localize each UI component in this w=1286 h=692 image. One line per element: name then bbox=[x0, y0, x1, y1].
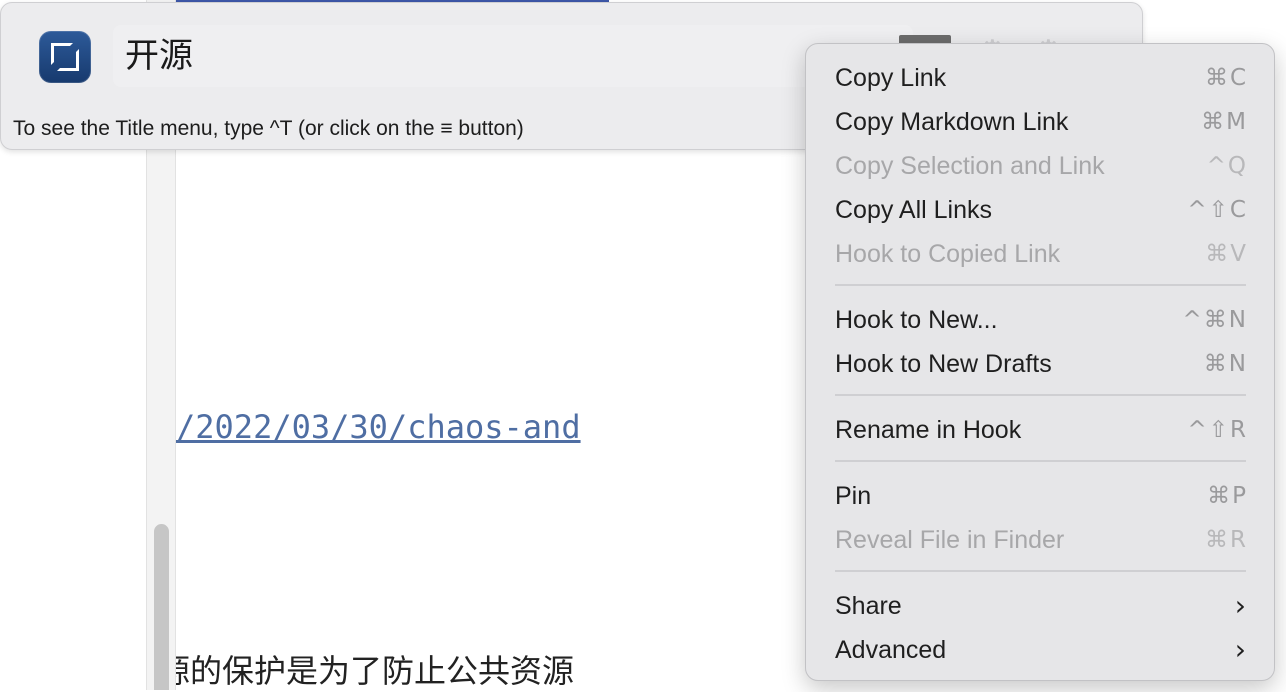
menu-separator bbox=[835, 394, 1246, 396]
hook-app-icon-frame-b bbox=[57, 49, 79, 71]
menu-item-copy-all-links[interactable]: Copy All Links ^⇧C bbox=[806, 188, 1276, 232]
menu-item-advanced[interactable]: Advanced › bbox=[806, 628, 1276, 672]
menu-item-shortcut: ^Q bbox=[1206, 153, 1248, 179]
menu-item-hook-to-copied-link: Hook to Copied Link ⌘V bbox=[806, 232, 1276, 276]
menu-item-pin[interactable]: Pin ⌘P bbox=[806, 474, 1276, 518]
menu-item-reveal-file-in-finder: Reveal File in Finder ⌘R bbox=[806, 518, 1276, 562]
document-body-text-content: 源的保护是为了防止公共资源 bbox=[176, 652, 575, 690]
menu-item-shortcut: ^⇧C bbox=[1187, 197, 1248, 223]
menu-item-hook-to-new[interactable]: Hook to New... ^⌘N bbox=[806, 298, 1276, 342]
menu-item-label: Copy Link bbox=[835, 64, 947, 92]
menu-item-shortcut: ⌘N bbox=[1203, 351, 1248, 377]
menu-item-shortcut: ^⌘N bbox=[1182, 307, 1248, 333]
context-menu: Copy Link ⌘C Copy Markdown Link ⌘M Copy … bbox=[805, 43, 1275, 681]
menu-separator bbox=[835, 570, 1246, 572]
menu-item-shortcut: ^⇧R bbox=[1187, 417, 1248, 443]
menu-item-copy-link[interactable]: Copy Link ⌘C bbox=[806, 56, 1276, 100]
title-field[interactable]: 开源 bbox=[113, 25, 913, 87]
menu-item-shortcut: ⌘M bbox=[1201, 109, 1248, 135]
menu-separator bbox=[835, 284, 1246, 286]
title-menu-hint: To see the Title menu, type ^T (or click… bbox=[13, 117, 524, 140]
menu-item-label: Copy Markdown Link bbox=[835, 108, 1069, 136]
menu-item-shortcut: ⌘P bbox=[1207, 483, 1248, 509]
menu-item-label: Copy All Links bbox=[835, 196, 993, 224]
document-body-text: 源的保护是为了防止公共资源 bbox=[176, 646, 616, 692]
chevron-right-icon: › bbox=[1234, 633, 1246, 666]
menu-item-shortcut: ⌘V bbox=[1205, 241, 1248, 267]
menu-item-label: Rename in Hook bbox=[835, 416, 1022, 444]
menu-item-share[interactable]: Share › bbox=[806, 584, 1276, 628]
menu-item-label: Advanced bbox=[835, 636, 947, 664]
menu-item-shortcut: ⌘C bbox=[1204, 65, 1248, 91]
menu-item-copy-markdown-link[interactable]: Copy Markdown Link ⌘M bbox=[806, 100, 1276, 144]
menu-item-label: Hook to New... bbox=[835, 306, 998, 334]
menu-item-label: Reveal File in Finder bbox=[835, 526, 1065, 554]
menu-item-label: Copy Selection and Link bbox=[835, 152, 1105, 180]
menu-item-label: Hook to New Drafts bbox=[835, 350, 1052, 378]
menu-separator bbox=[835, 460, 1246, 462]
document-link[interactable]: /2022/03/30/chaos-and bbox=[176, 408, 581, 446]
menu-item-label: Share bbox=[835, 592, 902, 620]
menu-item-label: Pin bbox=[835, 482, 872, 510]
hook-app-icon[interactable] bbox=[39, 31, 91, 83]
menu-item-rename-in-hook[interactable]: Rename in Hook ^⇧R bbox=[806, 408, 1276, 452]
scrollbar-thumb[interactable] bbox=[154, 524, 169, 690]
chevron-right-icon: › bbox=[1234, 589, 1246, 622]
menu-item-shortcut: ⌘R bbox=[1205, 527, 1248, 553]
menu-item-copy-selection-and-link: Copy Selection and Link ^Q bbox=[806, 144, 1276, 188]
menu-item-label: Hook to Copied Link bbox=[835, 240, 1061, 268]
menu-item-hook-to-new-drafts[interactable]: Hook to New Drafts ⌘N bbox=[806, 342, 1276, 386]
